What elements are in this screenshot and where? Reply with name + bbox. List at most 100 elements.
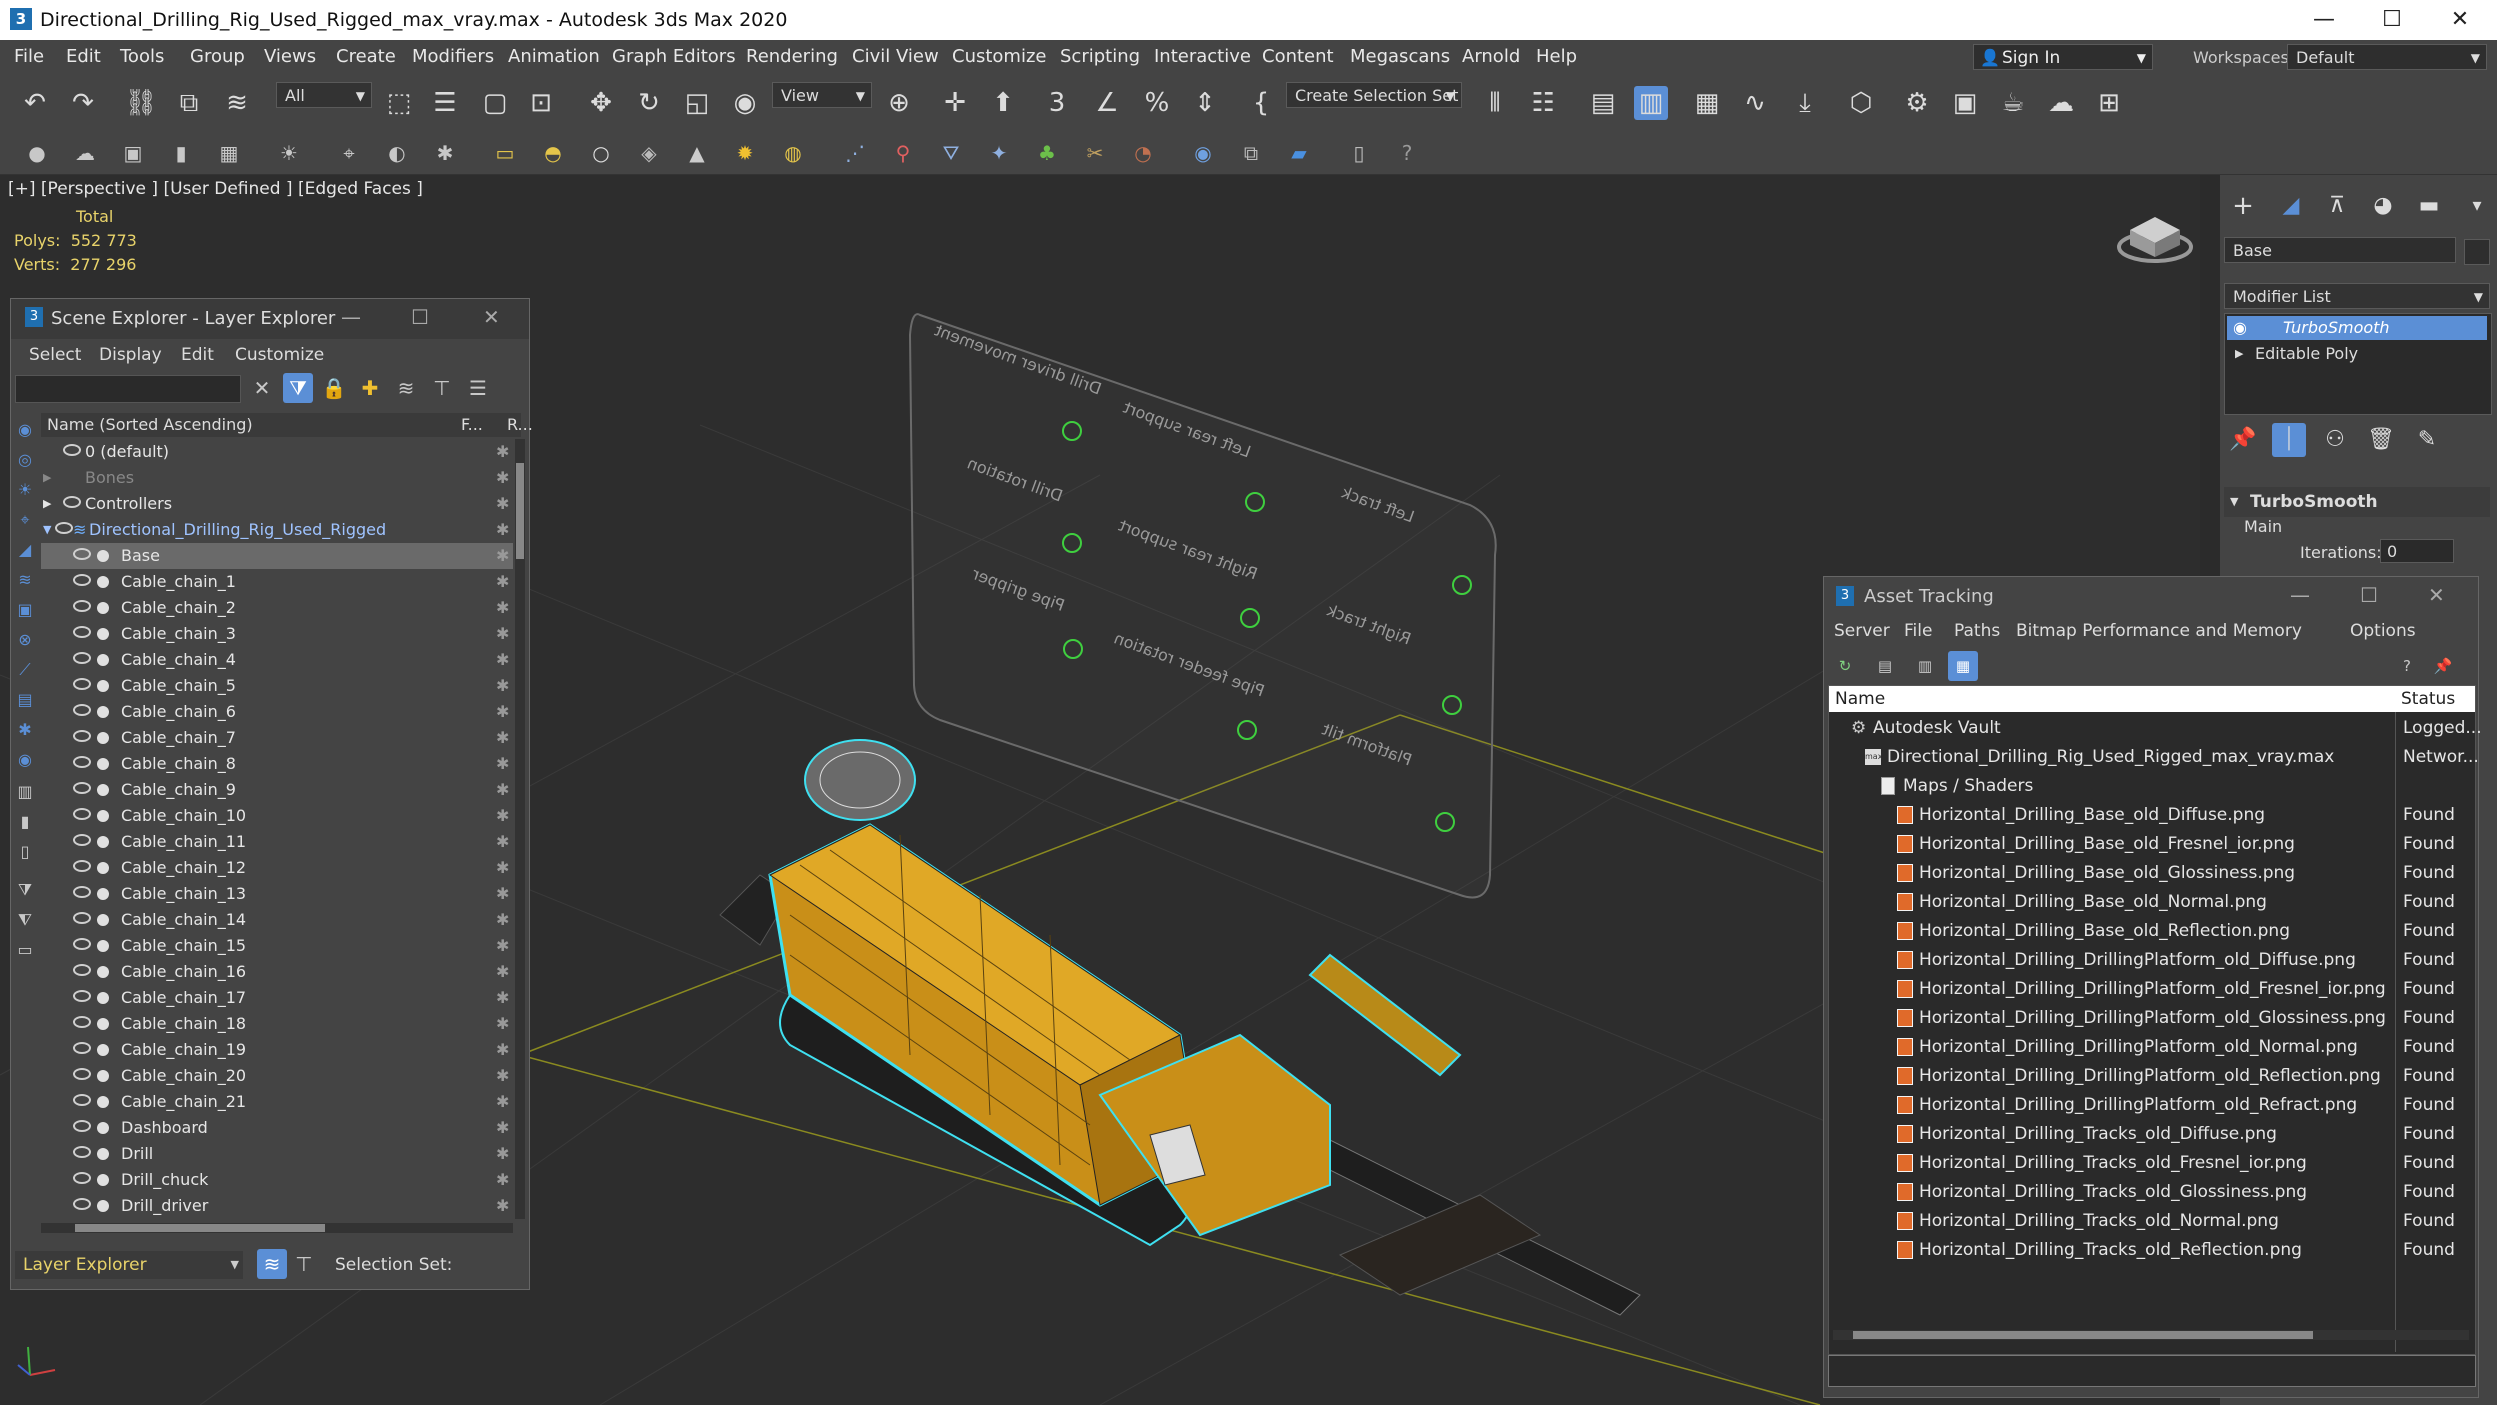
expand-arrow-icon[interactable]: ▶ (43, 491, 51, 517)
tree-row[interactable]: ▶ Controllers ✱ (41, 491, 513, 517)
eye-icon[interactable] (73, 1094, 91, 1106)
eye-icon[interactable] (73, 834, 91, 846)
add-to-layer-icon[interactable]: ≋ (391, 373, 421, 403)
freeze-icon[interactable]: ✱ (496, 621, 509, 647)
eye-icon[interactable] (73, 1042, 91, 1054)
rendered-frame-window-icon[interactable]: ▣ (1948, 86, 1982, 120)
modify-tab-icon[interactable]: ◢ (2274, 189, 2308, 223)
menu-help[interactable]: Help (1536, 46, 1577, 67)
tree-row[interactable]: Cable_chain_6 ✱ (41, 699, 513, 725)
filter-none-icon[interactable]: ⧨ (10, 905, 40, 935)
asset-row[interactable]: Horizontal_Drilling_Base_old_Reflection.… (1835, 917, 2475, 946)
asset-hscrollbar-thumb[interactable] (1853, 1331, 2313, 1339)
iterations-spinner[interactable]: 0 (2380, 539, 2454, 563)
freeze-icon[interactable]: ✱ (496, 465, 509, 491)
freeze-icon[interactable]: ✱ (496, 491, 509, 517)
maximize-icon[interactable]: ☐ (411, 305, 429, 329)
menu-create[interactable]: Create (336, 46, 396, 67)
eye-icon[interactable] (55, 522, 73, 534)
eye-icon[interactable] (73, 1198, 91, 1210)
freeze-icon[interactable]: ✱ (496, 1115, 509, 1141)
toggle-layer-explorer-icon[interactable]: ▥ (1634, 86, 1668, 120)
asset-tracking-titlebar[interactable]: 3 Asset Tracking — ☐ ✕ (1824, 577, 2478, 617)
eye-icon[interactable] (73, 990, 91, 1002)
scene-search-input[interactable] (15, 375, 241, 403)
file-icon[interactable]: ▯ (1344, 138, 1374, 168)
select-manipulate-icon[interactable]: ✛ (938, 86, 972, 120)
column-freeze[interactable]: F... (461, 413, 483, 437)
dome-light-icon[interactable]: ◓ (538, 138, 568, 168)
filter-frozen-icon[interactable]: ✱ (10, 715, 40, 745)
freeze-icon[interactable]: ✱ (496, 1011, 509, 1037)
asset-row[interactable]: Horizontal_Drilling_DrillingPlatform_old… (1835, 1091, 2475, 1120)
asset-row[interactable]: Horizontal_Drilling_Base_old_Glossiness.… (1835, 859, 2475, 888)
filter-all-icon[interactable]: ⧩ (10, 875, 40, 905)
lock-icon[interactable]: 🔒 (319, 373, 349, 403)
eye-icon[interactable] (73, 1068, 91, 1080)
proxy-icon[interactable]: ⚲ (888, 138, 918, 168)
freeze-icon[interactable]: ✱ (496, 647, 509, 673)
mirror-icon[interactable]: ⫴ (1478, 86, 1512, 120)
tree-row[interactable]: Cable_chain_5 ✱ (41, 673, 513, 699)
teapot-icon[interactable]: ● (22, 138, 52, 168)
asset-row[interactable]: Horizontal_Drilling_DrillingPlatform_old… (1835, 1033, 2475, 1062)
pin-stack-icon[interactable]: 📌 (2226, 423, 2260, 457)
help-icon[interactable]: ? (2392, 651, 2422, 681)
tree-row[interactable]: Cable_chain_3 ✱ (41, 621, 513, 647)
menu-content[interactable]: Content (1262, 46, 1334, 67)
se-menu-display[interactable]: Display (99, 345, 162, 365)
tree-row[interactable]: 0 (default) ✱ (41, 439, 513, 465)
freeze-icon[interactable]: ✱ (496, 1037, 509, 1063)
tree-row[interactable]: Cable_chain_10 ✱ (41, 803, 513, 829)
utilities-tab-icon[interactable]: ▾ (2460, 189, 2494, 223)
filter-hidden-icon[interactable]: ◉ (10, 745, 40, 775)
foliage-icon[interactable]: ♣ (1032, 138, 1062, 168)
eye-icon[interactable] (73, 1016, 91, 1028)
close-icon[interactable]: ✕ (2428, 583, 2445, 607)
eye-icon[interactable] (63, 496, 81, 508)
cloud-icon[interactable]: ☁ (70, 138, 100, 168)
eye-icon[interactable] (73, 574, 91, 586)
column-status[interactable]: Status (2401, 686, 2455, 712)
modifier-turbosmooth[interactable]: ◉ TurboSmooth (2227, 316, 2487, 340)
freeze-icon[interactable]: ✱ (496, 881, 509, 907)
globe-icon[interactable]: ◉ (1188, 138, 1218, 168)
toggle-ribbon-icon[interactable]: ▦ (1690, 86, 1724, 120)
control-panel-plane[interactable] (908, 313, 1497, 899)
freeze-icon[interactable]: ✱ (496, 777, 509, 803)
asset-row[interactable]: Horizontal_Drilling_DrillingPlatform_old… (1835, 975, 2475, 1004)
table-view-icon[interactable]: ▦ (1948, 651, 1978, 681)
displacement-icon[interactable]: ⛛ (936, 138, 966, 168)
asset-row[interactable]: Horizontal_Drilling_DrillingPlatform_old… (1835, 946, 2475, 975)
tree-row[interactable]: Cable_chain_17 ✱ (41, 985, 513, 1011)
filter-cameras-icon[interactable]: ⌖ (10, 505, 40, 535)
menu-civil-view[interactable]: Civil View (852, 46, 939, 67)
sign-in-dropdown[interactable]: 👤 Sign In ▼ (1973, 44, 2153, 70)
remove-modifier-icon[interactable]: 🗑 (2364, 423, 2398, 457)
eye-icon[interactable] (63, 444, 81, 456)
material-editor-icon[interactable]: ⬡ (1844, 86, 1878, 120)
tree-row[interactable]: Cable_chain_16 ✱ (41, 959, 513, 985)
tree-row[interactable]: Cable_chain_2 ✱ (41, 595, 513, 621)
at-menu-file[interactable]: File (1904, 621, 1932, 641)
tree-row[interactable]: ▼ ≋ Directional_Drilling_Rig_Used_Rigged ✱ (41, 517, 513, 543)
asset-row[interactable]: Horizontal_Drilling_Base_old_Normal.png F… (1835, 888, 2475, 917)
tree-row[interactable]: Cable_chain_11 ✱ (41, 829, 513, 855)
eye-icon[interactable] (73, 652, 91, 664)
render-setup-icon[interactable]: ⚙ (1900, 86, 1934, 120)
freeze-icon[interactable]: ✱ (496, 543, 509, 569)
rotate-icon[interactable]: ↻ (632, 86, 666, 120)
asset-row[interactable]: Horizontal_Drilling_DrillingPlatform_old… (1835, 1062, 2475, 1091)
list-view-icon[interactable]: ▤ (1870, 651, 1900, 681)
menu-views[interactable]: Views (264, 46, 316, 67)
sphere-icon[interactable]: ○ (586, 138, 616, 168)
asset-row[interactable]: ⚙ Autodesk Vault Logged... (1835, 714, 2482, 743)
sun-icon[interactable]: ✹ (730, 138, 760, 168)
freeze-icon[interactable]: ✱ (496, 1063, 509, 1089)
filter-groups-icon[interactable]: ▣ (10, 595, 40, 625)
at-menu-bitmap-performance[interactable]: Bitmap Performance and Memory (2016, 621, 2302, 641)
cylinder-icon[interactable]: ▮ (166, 138, 196, 168)
menu-graph-editors[interactable]: Graph Editors (612, 46, 736, 67)
asset-row[interactable]: Horizontal_Drilling_Base_old_Diffuse.png… (1835, 801, 2475, 830)
eye-icon[interactable] (73, 1146, 91, 1158)
